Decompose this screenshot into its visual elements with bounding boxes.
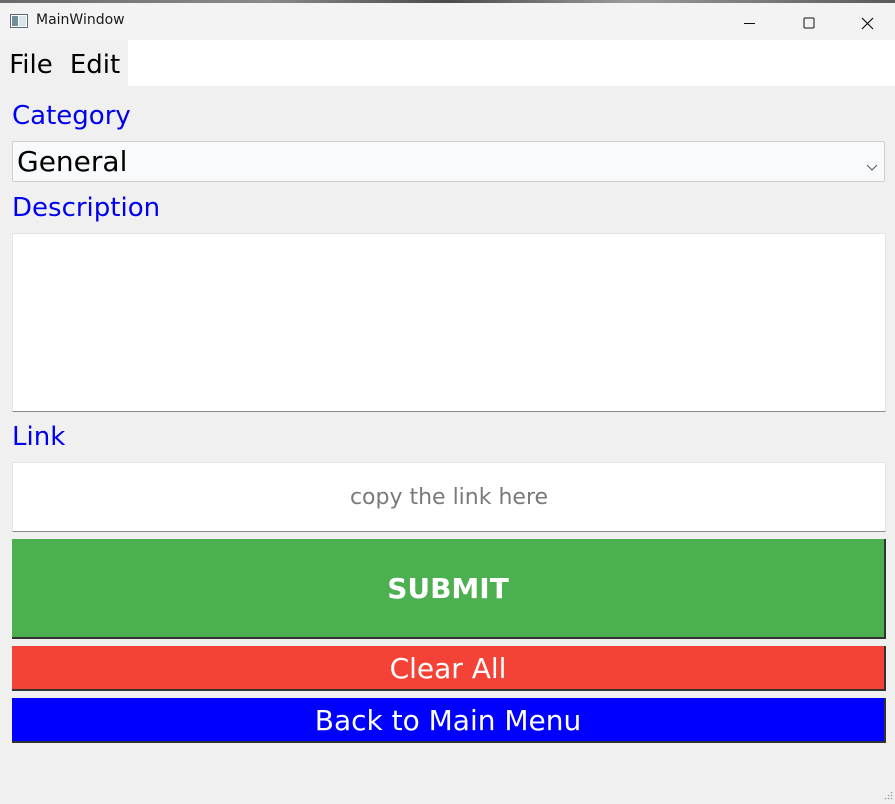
app-window-icon: [10, 13, 28, 28]
menu-edit[interactable]: Edit: [62, 40, 128, 86]
category-dropdown[interactable]: General: [12, 141, 885, 182]
menu-file[interactable]: File: [0, 40, 62, 86]
link-input-placeholder: copy the link here: [349, 485, 549, 510]
main-window: MainWindow File Edit Category General De…: [0, 0, 895, 800]
minimize-icon: [744, 23, 755, 24]
clear-all-button[interactable]: Clear All: [12, 646, 886, 691]
chevron-down-icon: [866, 157, 878, 171]
category-selected-value: General: [17, 145, 128, 178]
close-button[interactable]: [840, 6, 895, 40]
submit-button[interactable]: SUBMIT: [12, 539, 886, 639]
description-label: Description: [12, 193, 161, 223]
maximize-button[interactable]: [781, 6, 837, 40]
close-icon: [861, 17, 874, 30]
resize-grip-icon[interactable]: [883, 785, 893, 800]
menu-bar: File Edit: [0, 40, 895, 86]
link-input[interactable]: copy the link here: [12, 462, 886, 532]
category-label: Category: [12, 101, 131, 131]
maximize-icon: [803, 17, 815, 29]
window-title: MainWindow: [36, 12, 125, 28]
title-bar[interactable]: MainWindow: [0, 3, 895, 40]
back-to-main-menu-button[interactable]: Back to Main Menu: [12, 698, 886, 743]
minimize-button[interactable]: [722, 6, 778, 40]
description-textarea[interactable]: [12, 233, 886, 412]
link-label: Link: [12, 422, 66, 452]
